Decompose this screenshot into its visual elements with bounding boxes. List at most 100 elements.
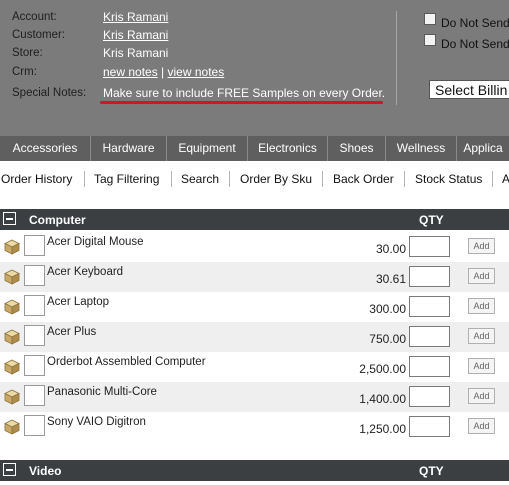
- nav-separator: [229, 171, 230, 187]
- tab-wellness[interactable]: Wellness: [385, 136, 456, 161]
- add-button[interactable]: Add: [468, 298, 495, 314]
- product-row: Orderbot Assembled Computer 2,500.00 Add: [0, 352, 509, 382]
- product-name: Acer Plus: [47, 326, 97, 338]
- quantity-input[interactable]: [409, 266, 450, 287]
- search-link[interactable]: Search: [181, 172, 219, 186]
- add-button[interactable]: Add: [468, 388, 495, 404]
- package-box-icon: [4, 419, 20, 435]
- add-button[interactable]: Add: [468, 238, 495, 254]
- qty-header: QTY: [419, 213, 444, 227]
- section-header-video: Video QTY: [0, 460, 509, 481]
- view-notes-link[interactable]: view notes: [168, 65, 225, 79]
- product-name: Acer Keyboard: [47, 266, 124, 278]
- qty-header: QTY: [419, 464, 444, 478]
- nav-separator: [322, 171, 323, 187]
- quantity-input[interactable]: [409, 386, 450, 407]
- quantity-input[interactable]: [409, 416, 450, 437]
- section-header-computer: Computer QTY: [0, 209, 509, 230]
- add-button[interactable]: Add: [468, 358, 495, 374]
- tab-accessories[interactable]: Accessories: [0, 136, 90, 161]
- tag-filtering-link[interactable]: Tag Filtering: [94, 172, 159, 186]
- account-label: Account:: [12, 11, 57, 23]
- collapse-icon[interactable]: [3, 212, 16, 225]
- order-nav-links: Order History Tag Filtering Search Order…: [0, 161, 509, 195]
- product-price: 2,500.00: [359, 362, 406, 376]
- product-select-checkbox[interactable]: [24, 355, 45, 376]
- quantity-input[interactable]: [409, 356, 450, 377]
- quantity-input[interactable]: [409, 236, 450, 257]
- more-link[interactable]: A: [502, 172, 509, 186]
- store-label: Store:: [12, 47, 43, 59]
- customer-label: Customer:: [12, 29, 66, 41]
- crm-label: Crm:: [12, 66, 37, 78]
- product-select-checkbox[interactable]: [24, 235, 45, 256]
- new-notes-link[interactable]: new notes: [103, 65, 158, 79]
- product-price: 1,400.00: [359, 392, 406, 406]
- stock-status-link[interactable]: Stock Status: [415, 172, 482, 186]
- do-not-send-label-2: Do Not Send: [441, 37, 509, 51]
- quantity-input[interactable]: [409, 296, 450, 317]
- special-notes-highlight: [100, 101, 383, 104]
- package-box-icon: [4, 239, 20, 255]
- tab-electronics[interactable]: Electronics: [247, 136, 327, 161]
- tab-applica[interactable]: Applica: [456, 136, 509, 161]
- product-row: Acer Keyboard 30.61 Add: [0, 262, 509, 292]
- back-order-link[interactable]: Back Order: [333, 172, 394, 186]
- product-name: Sony VAIO Digitron: [47, 416, 146, 428]
- product-select-checkbox[interactable]: [24, 415, 45, 436]
- add-button[interactable]: Add: [468, 268, 495, 284]
- customer-link[interactable]: Kris Ramani: [103, 28, 168, 42]
- special-notes-value: Make sure to include FREE Samples on eve…: [103, 86, 386, 100]
- collapse-icon[interactable]: [3, 463, 16, 476]
- account-link[interactable]: Kris Ramani: [103, 10, 168, 24]
- nav-separator: [84, 171, 85, 187]
- header-divider: [396, 11, 397, 105]
- product-row: Acer Laptop 300.00 Add: [0, 292, 509, 322]
- special-notes-label: Special Notes:: [12, 87, 87, 99]
- package-box-icon: [4, 389, 20, 405]
- package-box-icon: [4, 269, 20, 285]
- product-name: Orderbot Assembled Computer: [47, 356, 206, 368]
- tab-shoes[interactable]: Shoes: [327, 136, 385, 161]
- nav-separator: [171, 171, 172, 187]
- do-not-send-checkbox-1[interactable]: [424, 13, 436, 25]
- product-row: Acer Plus 750.00 Add: [0, 322, 509, 352]
- crm-separator: |: [161, 65, 165, 79]
- product-list: Acer Digital Mouse 30.00 Add Acer Keyboard 3…: [0, 232, 509, 442]
- product-price: 30.61: [375, 272, 406, 286]
- order-history-link[interactable]: Order History: [1, 172, 72, 186]
- product-row: Acer Digital Mouse 30.00 Add: [0, 232, 509, 262]
- product-price: 750.00: [369, 332, 406, 346]
- tab-hardware[interactable]: Hardware: [90, 136, 166, 161]
- nav-separator: [404, 171, 405, 187]
- crm-links: new notes | view notes: [103, 65, 224, 79]
- section-title: Video: [29, 464, 62, 478]
- product-select-checkbox[interactable]: [24, 385, 45, 406]
- product-row: Panasonic Multi-Core 1,400.00 Add: [0, 382, 509, 412]
- package-box-icon: [4, 329, 20, 345]
- product-name: Panasonic Multi-Core: [47, 386, 157, 398]
- order-by-sku-link[interactable]: Order By Sku: [240, 172, 312, 186]
- add-button[interactable]: Add: [468, 418, 495, 434]
- quantity-input[interactable]: [409, 326, 450, 347]
- section-title: Computer: [29, 213, 86, 227]
- add-button[interactable]: Add: [468, 328, 495, 344]
- select-billing-dropdown[interactable]: Select Billin: [429, 80, 509, 99]
- package-box-icon: [4, 359, 20, 375]
- category-tabs: Accessories Hardware Equipment Electroni…: [0, 136, 509, 161]
- product-row: Sony VAIO Digitron 1,250.00 Add: [0, 412, 509, 442]
- product-name: Acer Laptop: [47, 296, 110, 308]
- product-select-checkbox[interactable]: [24, 325, 45, 346]
- customer-header: Account: Kris Ramani Customer: Kris Rama…: [0, 0, 509, 136]
- product-price: 30.00: [375, 242, 406, 256]
- product-select-checkbox[interactable]: [24, 295, 45, 316]
- product-name: Acer Digital Mouse: [47, 236, 144, 248]
- store-value: Kris Ramani: [103, 46, 169, 60]
- do-not-send-label-1: Do Not Send: [441, 16, 509, 30]
- nav-separator: [492, 171, 493, 187]
- product-price: 1,250.00: [359, 422, 406, 436]
- do-not-send-checkbox-2[interactable]: [424, 34, 436, 46]
- product-select-checkbox[interactable]: [24, 265, 45, 286]
- product-price: 300.00: [369, 302, 406, 316]
- tab-equipment[interactable]: Equipment: [166, 136, 247, 161]
